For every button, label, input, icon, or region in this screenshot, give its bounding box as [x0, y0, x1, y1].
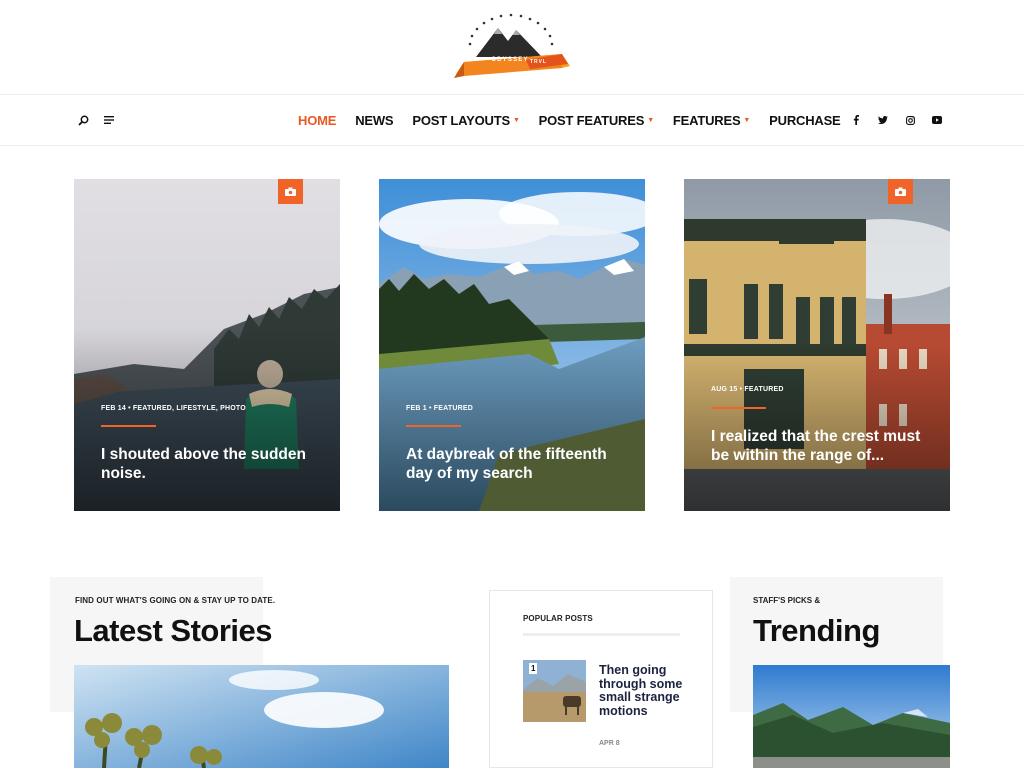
- menu-item-home[interactable]: HOME: [298, 113, 336, 128]
- menu-item-post-features[interactable]: POST FEATURES ▼: [539, 113, 654, 128]
- menu-item-label: POST FEATURES: [538, 113, 645, 128]
- logo-mark-icon: [454, 13, 570, 78]
- featured-post-card[interactable]: AUG 15 • FEATURED I realized that the cr…: [684, 179, 950, 511]
- title-divider: [406, 425, 461, 427]
- post-title[interactable]: At daybreak of the fifteenth day of my s…: [406, 445, 631, 483]
- section-title: Latest Stories: [74, 613, 273, 648]
- menu-item-label: PURCHASE: [769, 113, 841, 128]
- menu-item-purchase[interactable]: PURCHASE: [769, 113, 841, 128]
- title-divider: [711, 407, 766, 409]
- camera-badge: [278, 179, 303, 204]
- nav-tools: [76, 113, 116, 127]
- latest-post-image[interactable]: [74, 665, 449, 768]
- menu-item-features[interactable]: FEATURES ▼: [673, 113, 750, 128]
- site-logo[interactable]: ODYSSEY TRVL: [450, 8, 574, 84]
- search-icon[interactable]: [76, 113, 90, 127]
- title-divider: [101, 425, 156, 427]
- camera-icon: [285, 187, 296, 196]
- menu-item-label: HOME: [298, 113, 337, 128]
- chevron-down-icon: ▼: [512, 117, 520, 124]
- facebook-icon[interactable]: [849, 113, 863, 127]
- camera-icon: [895, 187, 906, 196]
- post-image: [74, 665, 449, 768]
- post-date: APR 8: [599, 740, 620, 747]
- post-image: [753, 665, 950, 768]
- widget-divider: [523, 633, 680, 636]
- popular-posts-widget: POPULAR POSTS 1 Then going through some …: [489, 590, 713, 768]
- post-title[interactable]: I realized that the crest must be within…: [711, 427, 936, 465]
- site-header: ODYSSEY TRVL: [0, 0, 1024, 95]
- section-kicker: FIND OUT WHAT'S GOING ON & STAY UP TO DA…: [75, 596, 276, 605]
- social-links: [849, 113, 944, 127]
- featured-post-card[interactable]: FEB 14 • FEATURED, LIFESTYLE, PHOTO I sh…: [74, 179, 340, 511]
- menu-item-label: POST LAYOUTS: [412, 113, 510, 128]
- widget-heading: POPULAR POSTS: [523, 614, 593, 623]
- chevron-down-icon: ▼: [743, 117, 751, 124]
- post-title[interactable]: I shouted above the sudden noise.: [101, 445, 326, 483]
- trending-post-image[interactable]: [753, 665, 950, 768]
- camera-badge: [888, 179, 913, 204]
- post-meta: FEB 1 • FEATURED: [406, 405, 473, 412]
- post-meta: FEB 14 • FEATURED, LIFESTYLE, PHOTO: [101, 405, 246, 412]
- menu-item-post-layouts[interactable]: POST LAYOUTS ▼: [412, 113, 519, 128]
- logo-subtext: TRVL: [530, 59, 547, 65]
- featured-post-card[interactable]: FEB 1 • FEATURED At daybreak of the fift…: [379, 179, 645, 511]
- section-title: Trending: [753, 613, 880, 648]
- instagram-icon[interactable]: [903, 113, 917, 127]
- popular-post-title[interactable]: Then going through some small strange mo…: [599, 663, 689, 718]
- youtube-icon[interactable]: [930, 113, 944, 127]
- post-meta: AUG 15 • FEATURED: [711, 386, 784, 393]
- menu-item-news[interactable]: NEWS: [355, 113, 393, 128]
- chevron-down-icon: ▼: [647, 117, 654, 124]
- menu-icon[interactable]: [102, 113, 116, 127]
- main-navigation: HOME NEWS POST LAYOUTS ▼ POST FEATURES ▼ F…: [0, 96, 1024, 146]
- section-kicker: STAFF'S PICKS &: [753, 596, 821, 605]
- rank-number: 1: [529, 663, 538, 674]
- twitter-icon[interactable]: [876, 113, 890, 127]
- menu-item-label: FEATURES: [672, 113, 741, 128]
- menu-item-label: NEWS: [355, 113, 394, 128]
- primary-menu: HOME NEWS POST LAYOUTS ▼ POST FEATURES ▼ F…: [298, 113, 841, 128]
